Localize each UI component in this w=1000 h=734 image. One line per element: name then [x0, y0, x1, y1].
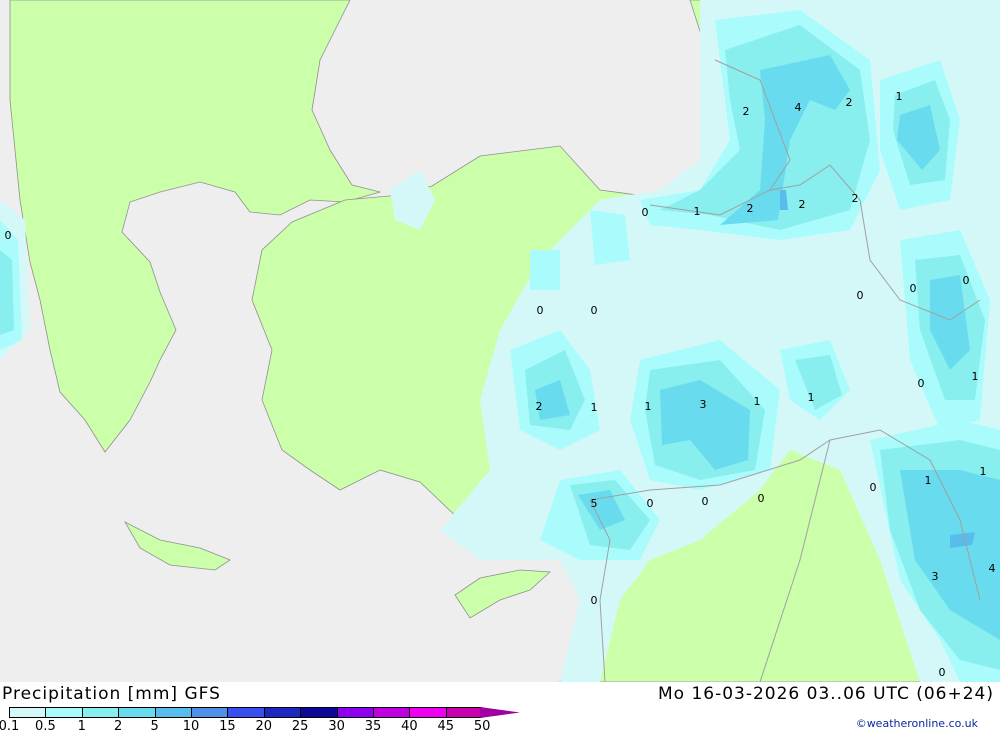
legend-swatch: [263, 707, 301, 718]
map-label: 4: [795, 101, 802, 114]
legend-tick-label: 50: [473, 719, 491, 734]
map-label: 2: [846, 96, 853, 109]
map-label: 1: [980, 465, 987, 478]
legend-tick-label: 30: [328, 719, 345, 734]
precipitation-map: 0 2 4 2 1 0 1 2 2 2 0 0 0 0 0 2 1 1 3 1 …: [0, 0, 1000, 682]
map-label: 0: [702, 495, 709, 508]
map-label: 1: [925, 474, 932, 487]
legend-tick-label: 45: [437, 719, 455, 734]
legend-tick-label: 2: [114, 719, 123, 734]
legend-tick-label: 20: [255, 719, 273, 734]
legend-swatch: [190, 707, 228, 718]
map-label: 0: [939, 666, 946, 679]
map-label: 5: [591, 497, 598, 510]
credit-link[interactable]: ©weatheronline.co.uk: [856, 717, 978, 730]
map-label: 1: [896, 90, 903, 103]
legend-ticks: 0.1 0.5 1 2 5 10 15 20 25 30 35 40 45 50: [0, 719, 520, 734]
valid-time: Mo 16-03-2026 03..06 UTC (06+24): [657, 684, 994, 704]
legend-tick-label: 15: [219, 719, 236, 734]
legend-swatch: [445, 707, 483, 718]
legend-swatch: [81, 707, 119, 718]
legend-tick-label: 10: [182, 719, 200, 734]
map-label: 0: [5, 229, 12, 242]
legend-tick-label: 0.1: [0, 719, 20, 734]
map-label: 0: [963, 274, 970, 287]
legend-swatch: [9, 707, 46, 718]
map-label: 2: [799, 198, 806, 211]
legend-tick-label: 1: [77, 719, 86, 734]
legend-swatch: [118, 707, 155, 718]
map-label: 0: [857, 289, 864, 302]
map-label: 0: [918, 377, 925, 390]
legend-swatch: [154, 707, 191, 718]
legend-swatch: [336, 707, 373, 718]
map-label: 0: [910, 282, 917, 295]
map-label: 2: [747, 202, 754, 215]
map-label: 1: [754, 395, 761, 408]
map-label: 0: [591, 304, 598, 317]
map-label: 1: [591, 401, 598, 414]
map-label: 0: [537, 304, 544, 317]
legend-tick-label: 40: [401, 719, 418, 734]
legend-swatch: [372, 707, 410, 718]
map-label: 0: [758, 492, 765, 505]
legend-overflow-arrow: [480, 707, 520, 718]
map-label: 0: [647, 497, 654, 510]
legend-tick-label: 0.5: [35, 719, 56, 734]
map-label: 1: [808, 391, 815, 404]
map-label: 1: [972, 370, 979, 383]
map-label: 3: [932, 570, 939, 583]
map-label: 2: [536, 400, 543, 413]
legend-swatch: [227, 707, 264, 718]
legend-swatch: [409, 707, 446, 718]
map-label: 2: [852, 192, 859, 205]
map-label: 0: [642, 206, 649, 219]
legend-tick-label: 35: [364, 719, 382, 734]
map-title: Precipitation [mm] GFS: [2, 684, 221, 704]
map-label: 0: [870, 481, 877, 494]
legend-tick-label: 5: [150, 719, 159, 734]
map-label: 0: [591, 594, 598, 607]
legend-swatch: [45, 707, 82, 718]
map-label: 4: [989, 562, 996, 575]
map-label: 1: [645, 400, 652, 413]
map-label: 2: [743, 105, 750, 118]
legend-swatch: [300, 707, 337, 718]
color-legend: [9, 707, 483, 718]
legend-tick-label: 25: [291, 719, 309, 734]
map-label: 1: [694, 205, 701, 218]
map-label: 3: [700, 398, 707, 411]
